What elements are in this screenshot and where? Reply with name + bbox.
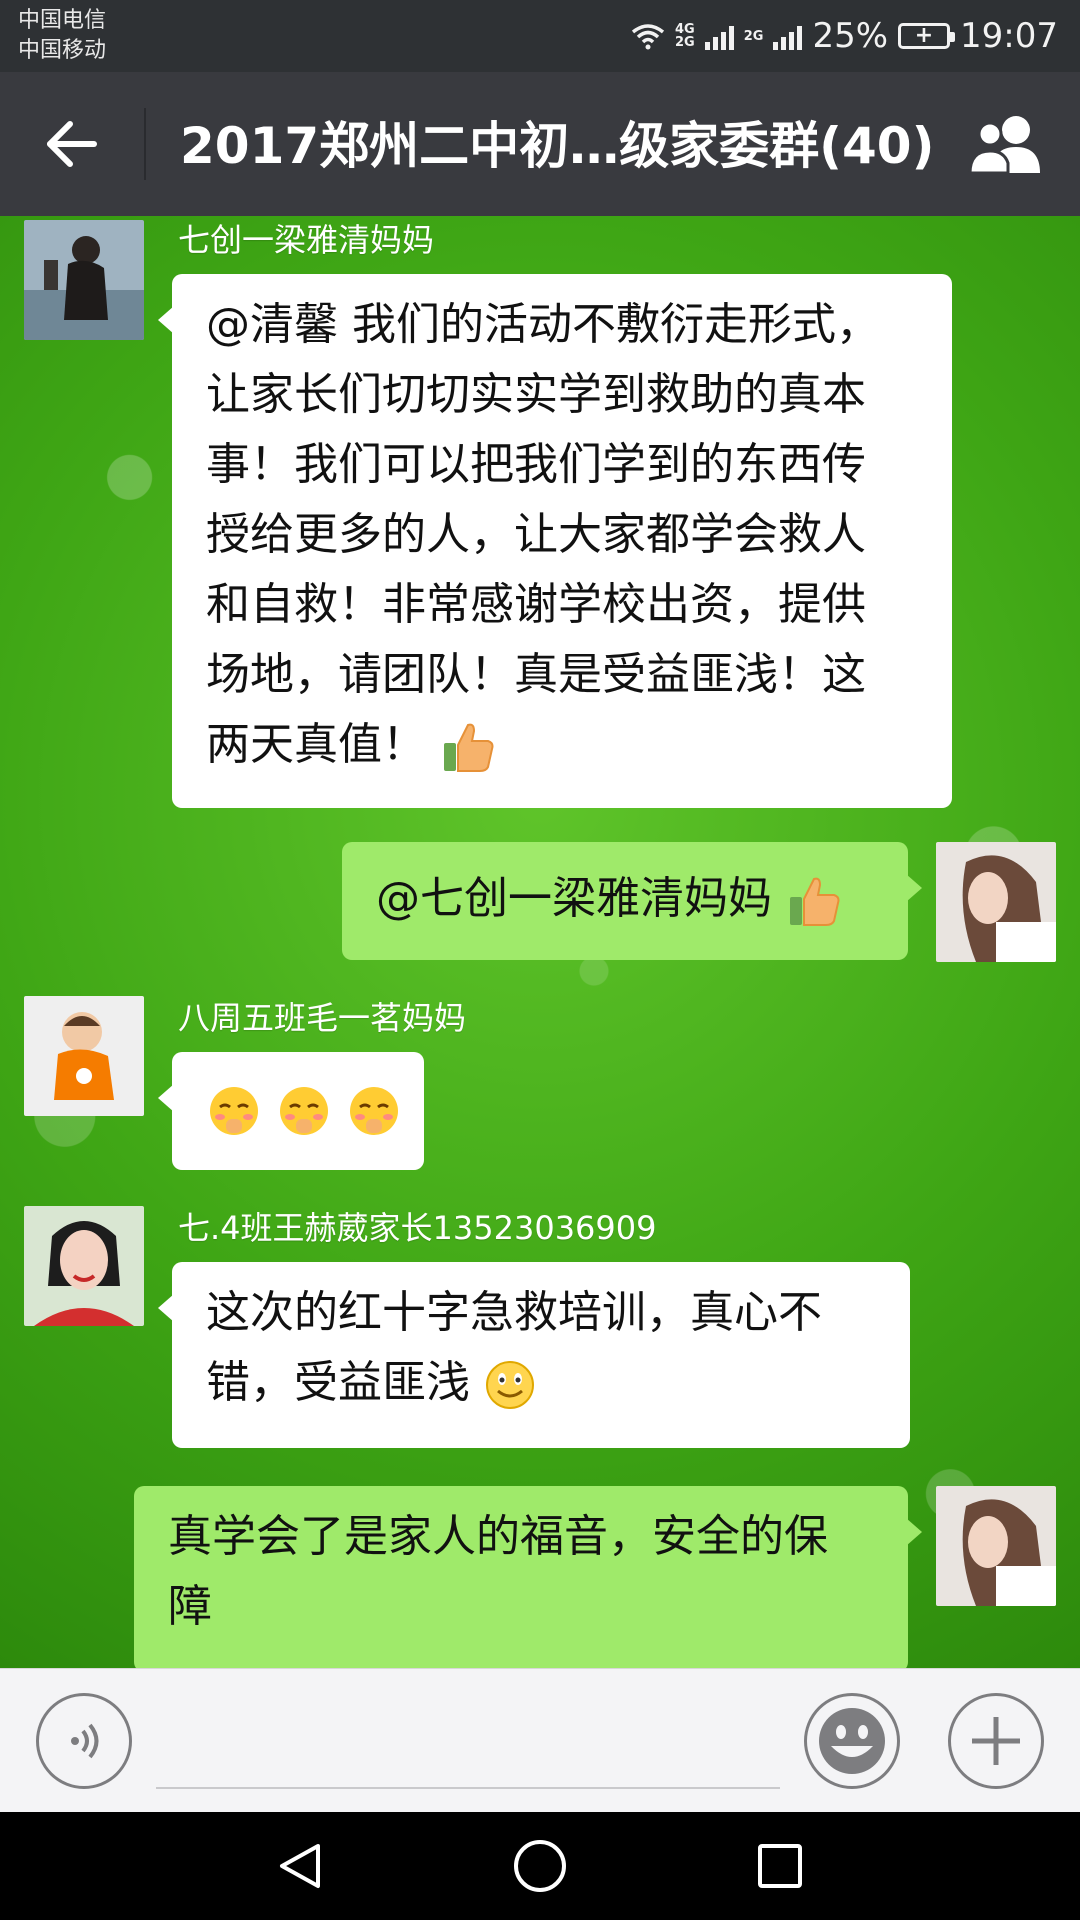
avatar[interactable]	[24, 996, 144, 1116]
smile-emoji	[486, 1361, 534, 1409]
message-line: 和自救！非常感谢学校出资，提供	[206, 579, 866, 630]
message-line: 让家长们切切实实学到救助的真本	[206, 369, 866, 420]
my-avatar[interactable]	[936, 842, 1056, 962]
blush-hand-emoji	[210, 1087, 258, 1135]
battery-percent: 25%	[812, 16, 889, 56]
clock: 19:07	[960, 16, 1058, 56]
group-info-button[interactable]	[962, 106, 1052, 182]
thumbs-up-emoji	[790, 877, 840, 926]
message-line: 授给更多的人，让大家都学会救人	[206, 509, 866, 560]
message-bubble[interactable]: @七创一梁雅清妈妈	[342, 842, 922, 960]
text-input-field[interactable]	[156, 1787, 780, 1789]
signal-1-icon	[704, 22, 734, 50]
message-line: 场地，请团队！真是受益匪浅！这	[206, 649, 866, 700]
avatar[interactable]	[24, 1206, 144, 1326]
sender-name: 七.4班王赫葳家长13523036909	[178, 1209, 657, 1247]
emoji-button[interactable]	[804, 1693, 900, 1789]
message-line: 真学会了是家人的福音，安全的保	[168, 1511, 828, 1562]
blush-hand-emoji	[350, 1087, 398, 1135]
message-line: 错，受益匪浅	[206, 1348, 884, 1418]
emoji-icon	[819, 1708, 885, 1774]
blush-hand-emoji	[280, 1087, 328, 1135]
message-line: 两天真值！	[206, 710, 926, 780]
sender-name: 七创一梁雅清妈妈	[178, 221, 435, 259]
triangle-back-icon	[280, 1844, 320, 1888]
status-bar: 中国电信 中国移动 4G 2G 2G 25% + 19:07	[0, 0, 1080, 72]
system-navigation-bar	[0, 1812, 1080, 1920]
nav-home-button[interactable]	[510, 1836, 570, 1896]
message-bubble[interactable]: 这次的红十字急救培训，真心不 错，受益匪浅	[158, 1262, 910, 1448]
nav-recents-button[interactable]	[750, 1836, 810, 1896]
chat-title: 2017郑州二中初…级家委群(40)	[180, 117, 935, 175]
message-bubble[interactable]: @清馨 我们的活动不敷衍走形式， 让家长们切切实实学到救助的真本 事！我们可以把…	[158, 274, 952, 808]
circle-home-icon	[514, 1840, 566, 1892]
message-input-bar	[0, 1668, 1080, 1812]
nav-back-button[interactable]	[270, 1836, 330, 1896]
arrow-left-icon	[47, 121, 97, 167]
back-button[interactable]	[30, 106, 114, 182]
message-bubble[interactable]: 真学会了是家人的福音，安全的保 障	[134, 1486, 922, 1668]
message-line: 这次的红十字急救培训，真心不	[206, 1287, 822, 1338]
message-bubble[interactable]	[158, 1052, 424, 1170]
group-members-icon	[968, 116, 1040, 175]
more-options-button[interactable]	[948, 1693, 1044, 1789]
wifi-icon	[631, 24, 665, 50]
signal-2-icon	[773, 22, 803, 50]
square-recents-icon	[758, 1844, 802, 1888]
voice-input-button[interactable]	[36, 1693, 132, 1789]
carrier-2: 中国移动	[18, 38, 107, 63]
message-line: 事！我们可以把我们学到的东西传	[206, 439, 866, 490]
message-line: 障	[168, 1581, 212, 1632]
voice-icon	[71, 1723, 99, 1759]
sender-name: 八周五班毛一茗妈妈	[178, 999, 467, 1037]
plus-icon	[972, 1717, 1020, 1765]
message-text: @七创一梁雅清妈妈	[376, 873, 772, 924]
carrier-names: 中国电信 中国移动	[18, 6, 106, 66]
carrier-1: 中国电信	[18, 8, 107, 33]
avatar[interactable]	[24, 220, 144, 340]
status-indicators: 4G 2G 2G 25% + 19:07	[631, 12, 1058, 60]
message-line: @清馨 我们的活动不敷衍走形式，	[206, 299, 880, 350]
chat-message-list[interactable]: 七创一梁雅清妈妈 @清馨 我们的活动不敷衍走形式， 让家长们切切实实学到救助的真…	[0, 216, 1080, 1668]
header-divider	[144, 108, 146, 180]
network-type-2: 2G	[743, 28, 764, 44]
chat-header: 2017郑州二中初…级家委群(40)	[0, 72, 1080, 216]
my-avatar[interactable]	[936, 1486, 1056, 1606]
thumbs-up-emoji	[444, 723, 494, 772]
network-type-1: 4G 2G	[675, 22, 695, 50]
battery-icon: +	[898, 23, 956, 49]
